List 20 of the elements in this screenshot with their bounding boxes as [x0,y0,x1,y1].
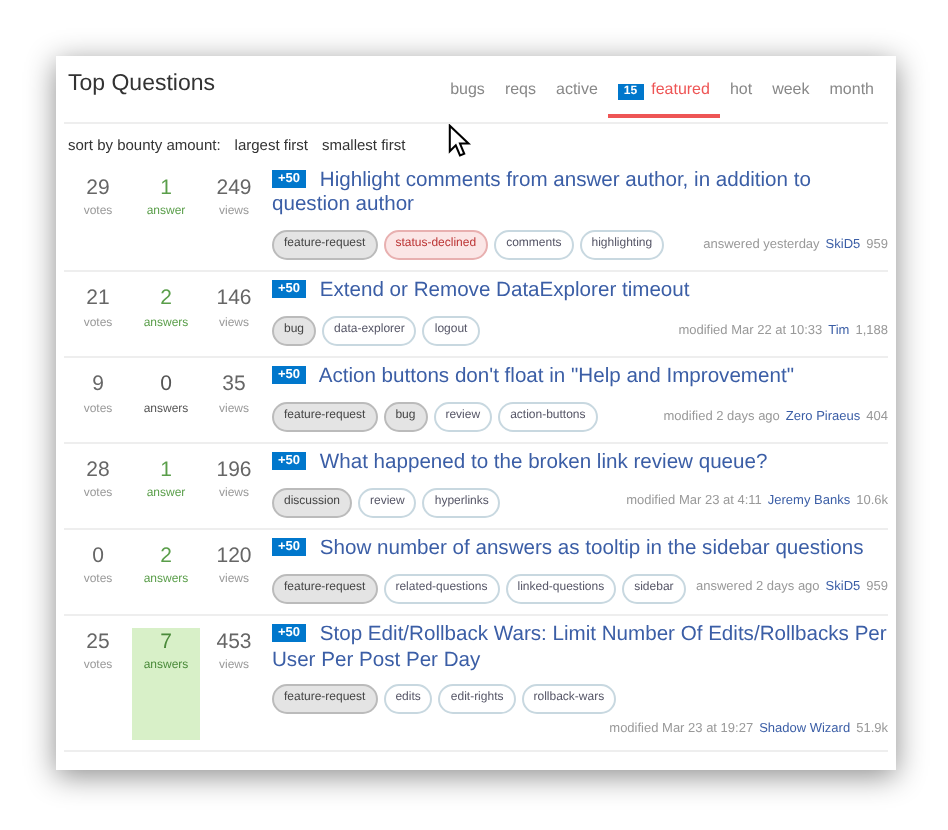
question-link[interactable]: $^{+50}$ Show number of answers as tooltip in the sidebar questions [272,537,888,564]
bounty-badge: +50 [272,451,307,470]
tab[interactable]: hot [719,78,763,119]
section-title: Top Questions [68,70,216,100]
bounty-badge: +50 [272,366,307,385]
bounty-badge: +50 [272,280,307,299]
bounty-badge: +50 [272,537,307,556]
question-link[interactable]: $^{+50}$ Action buttons don't float in "Help and Improvement" [272,366,888,392]
tab[interactable]: active [546,78,608,119]
tab[interactable]: reqs [494,78,546,119]
question-link[interactable]: $^{+50}$ What happened to the broken link review queue? [272,451,888,478]
cursor-icon [448,124,472,158]
bounty-badge: +50 [272,169,307,187]
tab[interactable]: month [819,78,884,119]
tab[interactable]: week [762,78,820,119]
bounty-badge: +50 [272,623,307,642]
tab[interactable]: bugs [440,78,495,119]
question-link[interactable]: $^{+50}$ Stop Edit/Rollback Wars: Limit Number Of Edits/Rollbacks Per User Per Post Per Day [272,623,888,675]
question-link[interactable]: $^{+50}$ Extend or Remove DataExplorer timeout [272,280,888,307]
question-link[interactable]: $^{+50}$ Highlight comments from answer author, in addition to question author [272,169,888,221]
